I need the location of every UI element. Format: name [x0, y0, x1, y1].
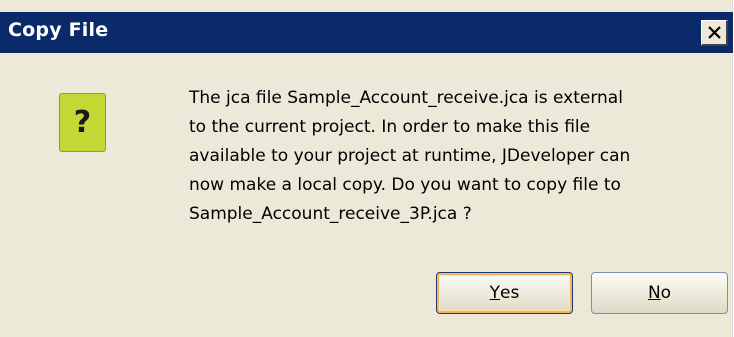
title-bar[interactable]: Copy File — [0, 12, 733, 53]
close-button[interactable] — [701, 20, 728, 46]
no-label-rest: o — [660, 283, 672, 303]
yes-label-rest: es — [500, 283, 520, 303]
message-line: to the current project. In order to make… — [189, 117, 591, 137]
question-icon: ? — [59, 93, 106, 152]
message-line: The jca file Sample_Account_receive.jca … — [189, 88, 623, 108]
no-mnemonic: N — [647, 283, 661, 303]
message-line: now make a local copy. Do you want to co… — [189, 175, 621, 195]
yes-mnemonic: Y — [489, 283, 501, 303]
question-glyph: ? — [73, 104, 92, 140]
close-icon — [707, 26, 721, 39]
copy-file-dialog: Copy File ? The jca file Sample_Account_… — [0, 0, 733, 337]
no-button[interactable]: No — [591, 272, 728, 314]
message-text: The jca file Sample_Account_receive.jca … — [189, 84, 709, 229]
message-line: available to your project at runtime, JD… — [189, 146, 631, 166]
dialog-title: Copy File — [8, 19, 109, 41]
yes-button[interactable]: Yes — [436, 272, 573, 314]
message-line: Sample_Account_receive_3P.jca ? — [189, 204, 472, 224]
